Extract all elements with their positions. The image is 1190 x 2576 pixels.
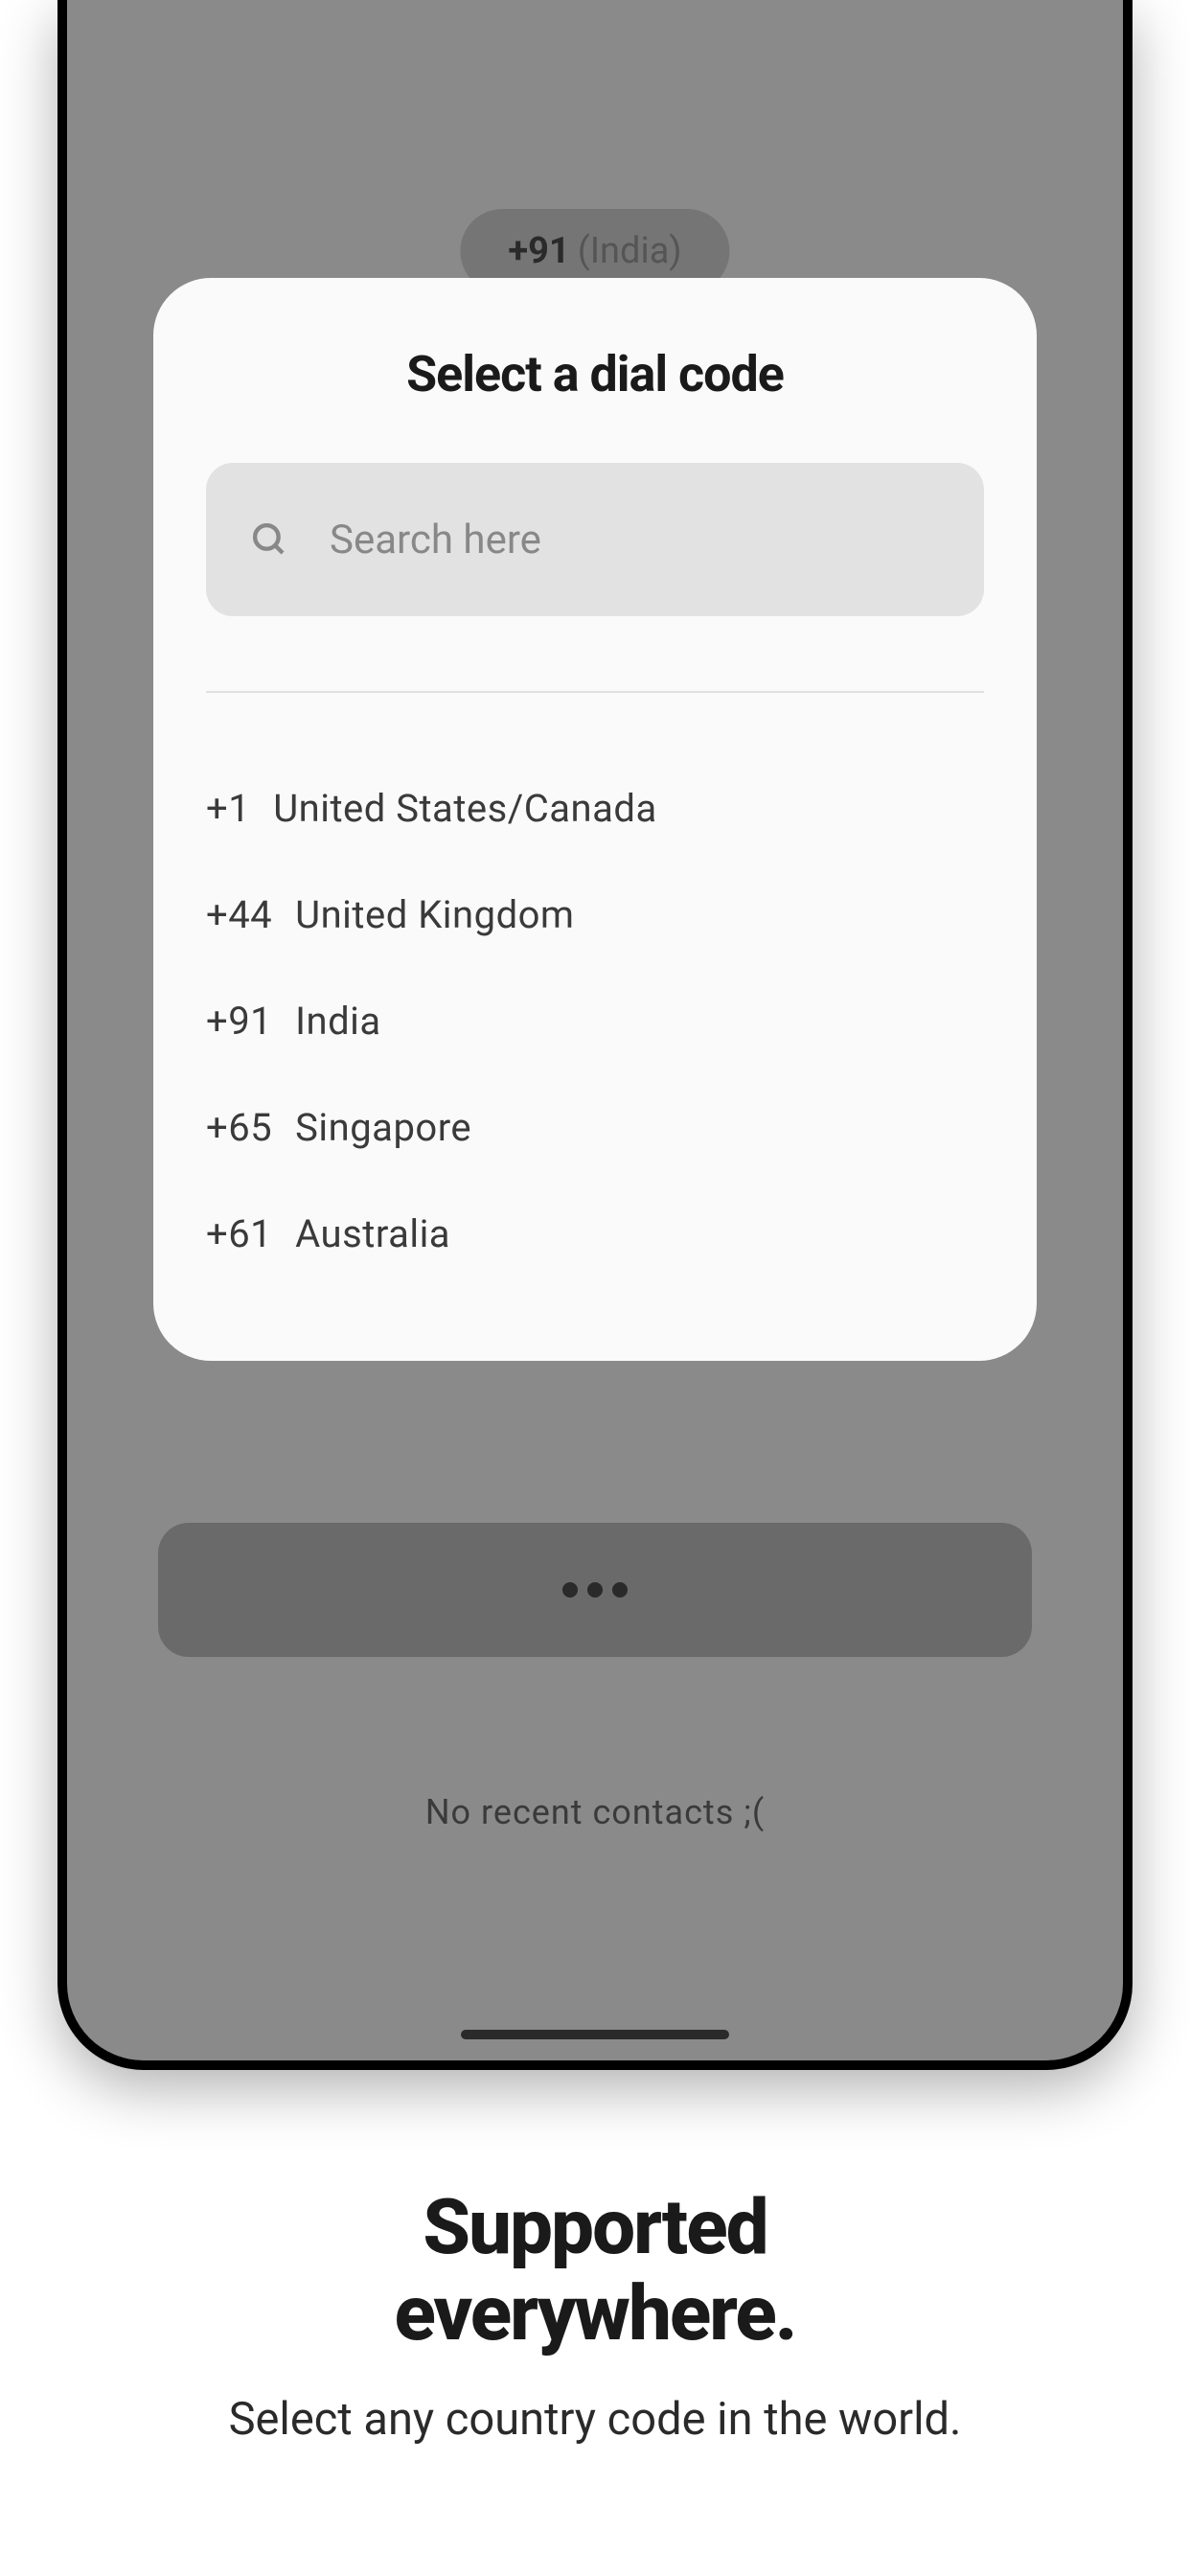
country-item-uk[interactable]: +44 United Kingdom [206, 862, 984, 968]
search-box[interactable] [206, 463, 984, 616]
selected-country-label: (India) [578, 230, 682, 272]
selected-dial-code: +91 [508, 230, 569, 272]
country-list[interactable]: +1 United States/Canada +44 United Kingd… [206, 755, 984, 1287]
search-icon [249, 519, 289, 560]
country-name: India [295, 999, 381, 1044]
country-item-us-canada[interactable]: +1 United States/Canada [206, 755, 984, 862]
country-item-australia[interactable]: +61 Australia [206, 1181, 984, 1287]
marketing-subtitle: Select any country code in the world. [115, 2393, 1075, 2446]
divider [206, 691, 984, 693]
country-dial-code: +91 [206, 999, 272, 1044]
country-item-singapore[interactable]: +65 Singapore [206, 1074, 984, 1181]
country-dial-code: +1 [206, 786, 250, 831]
country-dial-code: +65 [206, 1105, 272, 1150]
modal-title: Select a dial code [206, 345, 984, 403]
home-indicator[interactable] [461, 2030, 729, 2039]
country-name: United Kingdom [295, 892, 574, 937]
search-input[interactable] [330, 517, 941, 564]
country-name: Australia [295, 1211, 450, 1256]
country-item-india[interactable]: +91 India [206, 968, 984, 1074]
country-dial-code: +44 [206, 892, 272, 937]
country-dial-code: +61 [206, 1211, 272, 1256]
submit-button[interactable] [158, 1523, 1032, 1657]
phone-screen: +91 (India) No recent contacts ;( Select… [67, 0, 1123, 2060]
marketing-section: Supported everywhere. Select any country… [0, 2185, 1190, 2446]
marketing-title: Supported everywhere. [115, 2185, 1075, 2357]
dial-code-picker-modal: Select a dial code +1 United States/Cana… [153, 278, 1037, 1361]
phone-frame: +91 (India) No recent contacts ;( Select… [57, 0, 1133, 2070]
country-name: Singapore [295, 1105, 471, 1150]
country-name: United States/Canada [273, 786, 657, 831]
no-contacts-message: No recent contacts ;( [67, 1792, 1123, 1832]
loading-dots-icon [562, 1582, 628, 1598]
